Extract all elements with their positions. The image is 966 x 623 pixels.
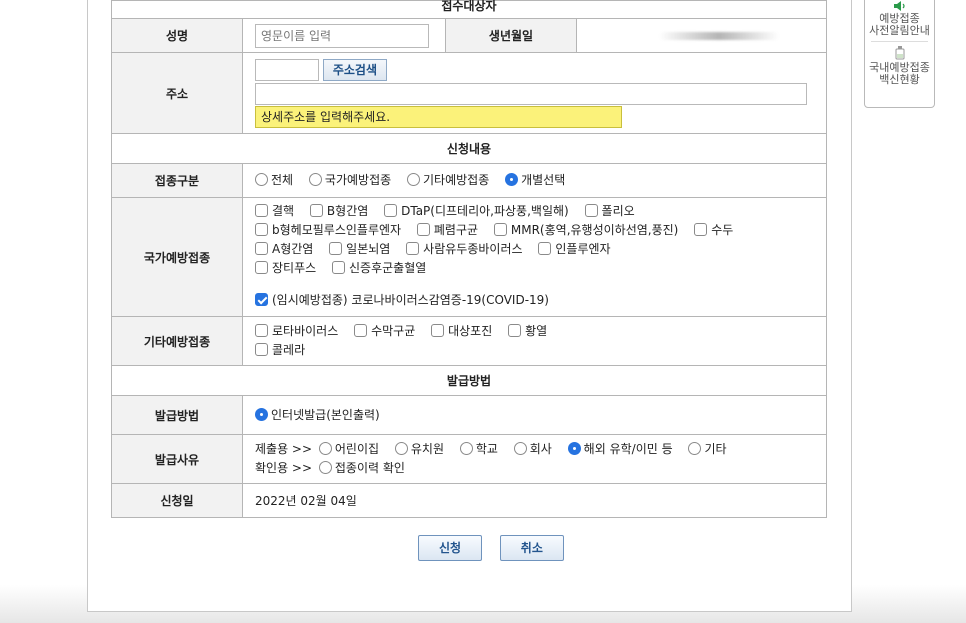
checkbox-icon: [416, 223, 430, 236]
radio-icon: [407, 173, 420, 186]
side-item-notification[interactable]: 예방접종 사전알림안내: [865, 1, 934, 37]
check-typhoid[interactable]: 장티푸스: [255, 259, 316, 278]
check-influenza[interactable]: 인플루엔자: [538, 240, 611, 259]
radio-icon: [308, 173, 322, 186]
check-je[interactable]: 일본뇌염: [329, 240, 390, 259]
check-varicella[interactable]: 수두: [694, 221, 733, 240]
application-form-table: 접수대상자 성명 생년월일 주소 주소검색 상세주소를 입력해주세요. 신청내용…: [111, 0, 827, 518]
confirm-prefix: 확인용 >>: [255, 461, 313, 475]
checkbox-icon: [431, 324, 445, 337]
radio-icon: [394, 442, 408, 455]
issue-method-label: 발급방법: [111, 395, 243, 435]
apply-button[interactable]: 신청: [418, 535, 482, 561]
section-request: 신청내용: [111, 133, 827, 164]
checkbox-icon: [329, 242, 343, 255]
national-label: 국가예방접종: [111, 197, 243, 317]
radio-icon: [513, 442, 527, 455]
check-covid19[interactable]: (임시예방접종) 코로나바이러스감염증-19(COVID-19): [255, 291, 549, 310]
name-label: 성명: [111, 18, 243, 53]
submit-prefix: 제출용 >>: [255, 442, 313, 456]
issue-reason-label: 발급사유: [111, 434, 243, 484]
check-yellow-fever[interactable]: 황열: [508, 322, 547, 341]
side-divider: [871, 41, 928, 42]
address-label: 주소: [111, 52, 243, 134]
vaccine-vial-icon: [895, 46, 904, 60]
apply-date-value: 2022년 02월 04일: [242, 483, 827, 518]
vaccination-type-options: 전체 국가예방접종 기타예방접종 개별선택: [242, 163, 827, 198]
radio-individual[interactable]: 개별선택: [505, 171, 565, 190]
speaker-icon: [893, 1, 905, 11]
check-rotavirus[interactable]: 로타바이러스: [255, 322, 338, 341]
checkbox-icon: [332, 261, 345, 274]
address-search-button[interactable]: 주소검색: [322, 58, 387, 81]
checkbox-icon: [354, 324, 368, 337]
check-polio[interactable]: 폴리오: [584, 202, 635, 221]
checkbox-icon: [406, 242, 420, 255]
vaccination-type-label: 접종구분: [111, 163, 243, 198]
checkbox-icon: [508, 324, 522, 337]
radio-icon: [255, 173, 268, 186]
check-mmr[interactable]: MMR(홍역,유행성이하선염,풍진): [493, 221, 678, 240]
checkbox-icon: [255, 204, 268, 217]
radio-icon: [459, 442, 473, 455]
check-hepa[interactable]: A형간염: [255, 240, 313, 259]
name-input[interactable]: [255, 23, 429, 48]
address-input[interactable]: [255, 82, 807, 105]
checkbox-icon: [493, 223, 507, 236]
radio-icon: [688, 442, 702, 455]
detail-address-input[interactable]: 상세주소를 입력해주세요.: [255, 105, 622, 128]
check-cholera[interactable]: 콜레라: [255, 341, 305, 360]
radio-selected-icon: [505, 173, 519, 186]
check-hib[interactable]: b형헤모필루스인플루엔자: [255, 221, 401, 240]
checkbox-icon: [255, 242, 268, 255]
cancel-button[interactable]: 취소: [499, 535, 564, 561]
section-recipient: 접수대상자: [111, 0, 827, 19]
check-hfrs[interactable]: 신증후군출혈열: [332, 259, 426, 278]
checkbox-icon: [309, 204, 323, 217]
form-actions: 신청 취소: [418, 535, 578, 561]
radio-selected-icon: [255, 407, 268, 421]
checkbox-icon: [384, 204, 398, 217]
check-meningococcal[interactable]: 수막구균: [354, 322, 415, 341]
checkbox-icon: [255, 261, 268, 274]
apply-date-label: 신청일: [111, 483, 243, 518]
checkbox-icon: [538, 242, 552, 255]
dob-label: 생년월일: [445, 18, 577, 53]
zipcode-input[interactable]: [255, 58, 319, 81]
section-issue: 발급방법: [111, 365, 827, 396]
radio-selected-icon: [567, 442, 581, 455]
side-quick-menu: 예방접종 사전알림안내 국내예방접종 백신현황: [864, 0, 935, 108]
radio-kindergarten[interactable]: 유치원: [394, 440, 444, 459]
radio-icon: [318, 461, 332, 474]
radio-icon: [318, 442, 332, 455]
check-dtap[interactable]: DTaP(디프테리아,파상풍,백일해): [384, 202, 569, 221]
check-hepb[interactable]: B형간염: [309, 202, 368, 221]
side-item-vaccine-status[interactable]: 국내예방접종 백신현황: [865, 46, 934, 86]
dob-value-blurred: [659, 31, 779, 40]
checkbox-icon: [255, 343, 268, 356]
check-hpv[interactable]: 사람유두종바이러스: [406, 240, 523, 259]
check-zoster[interactable]: 대상포진: [431, 322, 492, 341]
radio-daycare[interactable]: 어린이집: [318, 440, 379, 459]
radio-all[interactable]: 전체: [255, 171, 293, 190]
radio-national[interactable]: 국가예방접종: [308, 171, 391, 190]
check-pneumococcal[interactable]: 폐렴구균: [416, 221, 478, 240]
checkbox-icon: [255, 223, 268, 236]
radio-company[interactable]: 회사: [513, 440, 552, 459]
checkbox-icon: [255, 324, 268, 337]
radio-internet-issue[interactable]: 인터넷발급(본인출력): [255, 406, 380, 425]
checkbox-icon: [694, 223, 708, 236]
checkbox-icon: [584, 204, 598, 217]
radio-other[interactable]: 기타예방접종: [407, 171, 489, 190]
check-bcg[interactable]: 결핵: [255, 202, 294, 221]
radio-overseas[interactable]: 해외 유학/이민 등: [567, 440, 673, 459]
radio-history-check[interactable]: 접종이력 확인: [318, 459, 405, 478]
radio-school[interactable]: 학교: [459, 440, 498, 459]
checkbox-checked-icon: [255, 293, 268, 306]
other-label: 기타예방접종: [111, 316, 243, 366]
radio-other-reason[interactable]: 기타: [688, 440, 727, 459]
